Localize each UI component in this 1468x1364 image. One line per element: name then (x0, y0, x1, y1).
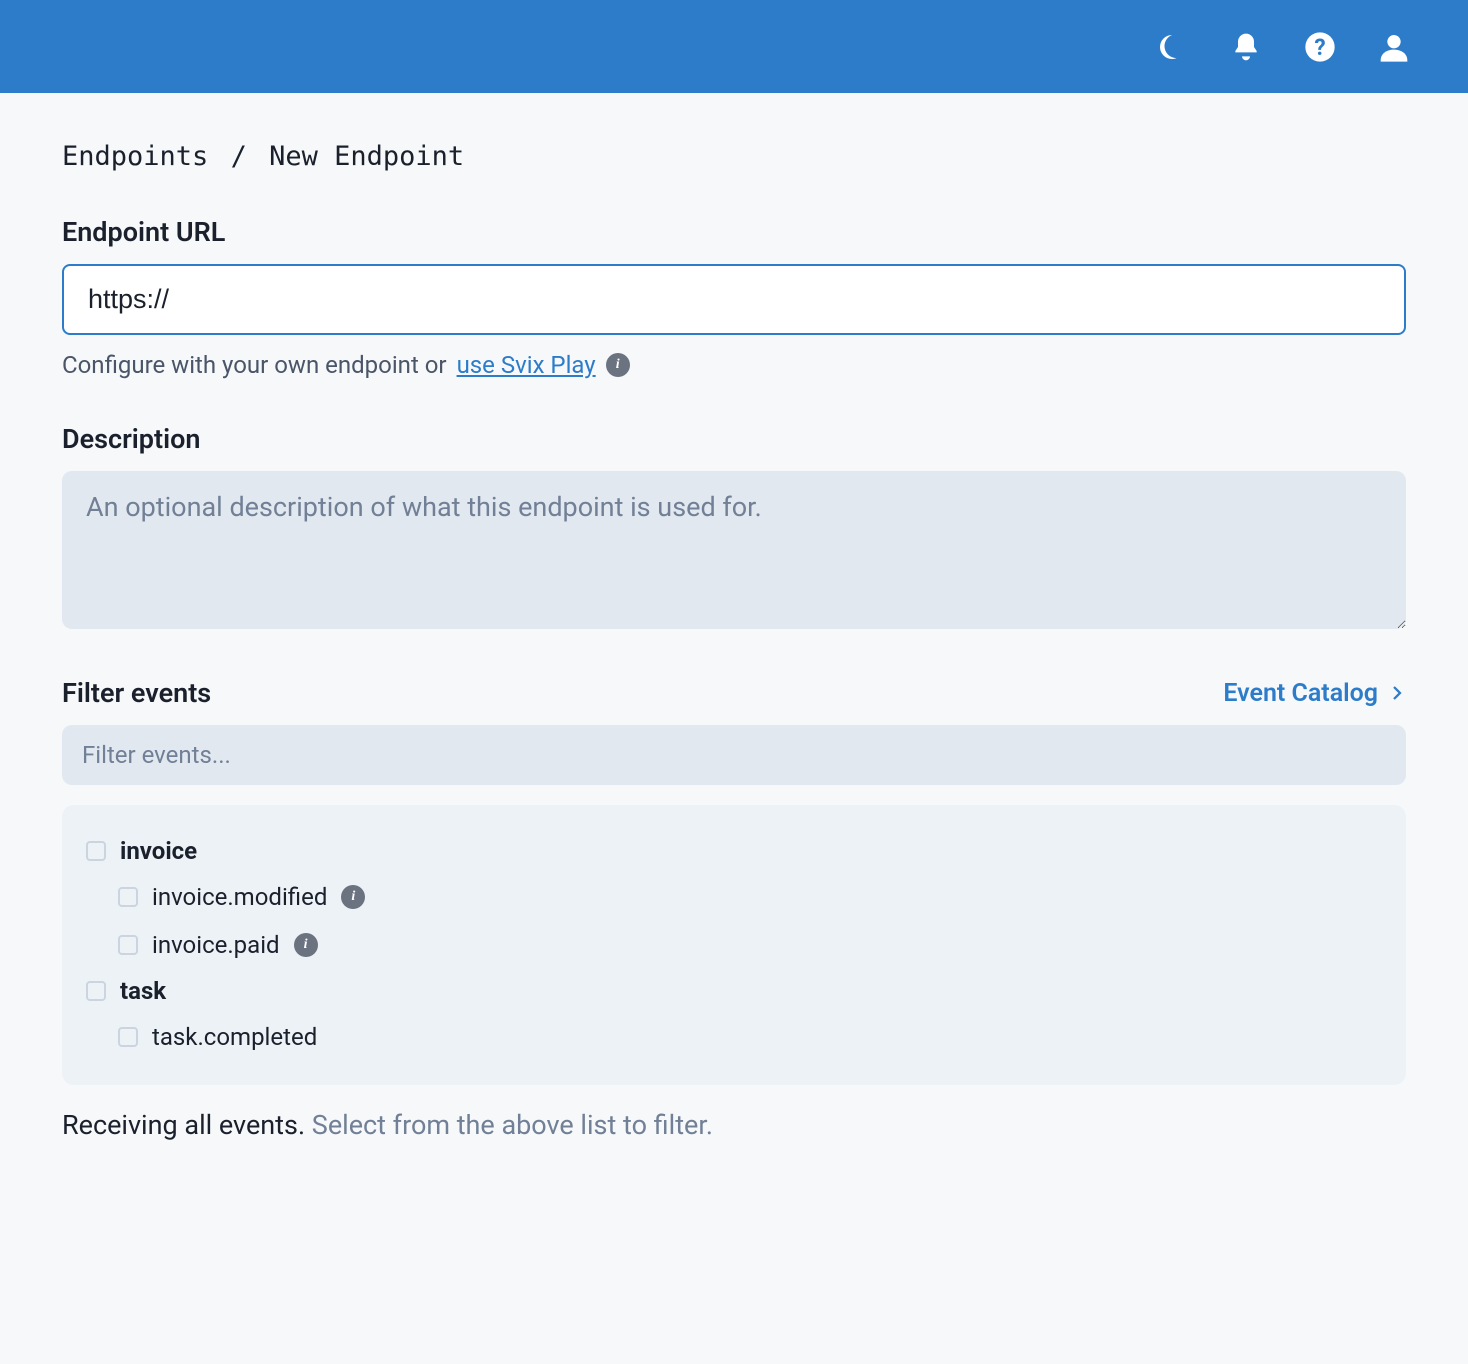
chevron-right-icon (1388, 684, 1406, 702)
endpoint-url-helper: Configure with your own endpoint or use … (62, 351, 1406, 379)
event-item-label: task.completed (152, 1023, 317, 1051)
filter-events-label: Filter events (62, 677, 211, 709)
breadcrumb-root[interactable]: Endpoints (62, 141, 208, 172)
event-group-label: invoice (120, 837, 197, 865)
event-item-label: invoice.modified (152, 883, 327, 911)
main-content: Endpoints / New Endpoint Endpoint URL Co… (0, 93, 1468, 1181)
filter-footer-text: Receiving all events. Select from the ab… (62, 1109, 1406, 1181)
event-group-label: task (120, 977, 166, 1005)
events-panel: invoice invoice.modified i invoice.paid … (62, 805, 1406, 1085)
breadcrumb-separator: / (231, 141, 247, 172)
event-catalog-text: Event Catalog (1223, 679, 1378, 708)
info-icon[interactable]: i (606, 353, 630, 377)
app-header: ? (0, 0, 1468, 93)
footer-muted: Select from the above list to filter. (312, 1109, 713, 1141)
svix-play-link[interactable]: use Svix Play (457, 351, 596, 379)
breadcrumb: Endpoints / New Endpoint (62, 141, 1406, 172)
notifications-icon[interactable] (1230, 31, 1262, 63)
event-item-invoice-paid[interactable]: invoice.paid i (82, 921, 1386, 969)
event-item-label: invoice.paid (152, 931, 280, 959)
info-icon[interactable]: i (294, 933, 318, 957)
checkbox[interactable] (86, 981, 106, 1001)
description-textarea[interactable] (62, 471, 1406, 629)
event-item-task-completed[interactable]: task.completed (82, 1013, 1386, 1061)
checkbox[interactable] (86, 841, 106, 861)
endpoint-url-input[interactable] (62, 264, 1406, 335)
footer-strong: Receiving all events. (62, 1109, 305, 1141)
info-icon[interactable]: i (341, 885, 365, 909)
breadcrumb-current: New Endpoint (269, 141, 464, 172)
help-icon[interactable]: ? (1304, 31, 1336, 63)
filter-events-input[interactable] (62, 725, 1406, 785)
event-item-invoice-modified[interactable]: invoice.modified i (82, 873, 1386, 921)
checkbox[interactable] (118, 887, 138, 907)
description-label: Description (62, 423, 1406, 455)
event-catalog-link[interactable]: Event Catalog (1223, 679, 1406, 708)
svg-text:?: ? (1314, 34, 1325, 61)
user-icon[interactable] (1378, 31, 1410, 63)
endpoint-url-label: Endpoint URL (62, 216, 1406, 248)
event-group-invoice[interactable]: invoice (82, 829, 1386, 873)
checkbox[interactable] (118, 1027, 138, 1047)
helper-prefix-text: Configure with your own endpoint or (62, 351, 447, 379)
event-group-task[interactable]: task (82, 969, 1386, 1013)
theme-toggle-icon[interactable] (1156, 31, 1188, 63)
checkbox[interactable] (118, 935, 138, 955)
